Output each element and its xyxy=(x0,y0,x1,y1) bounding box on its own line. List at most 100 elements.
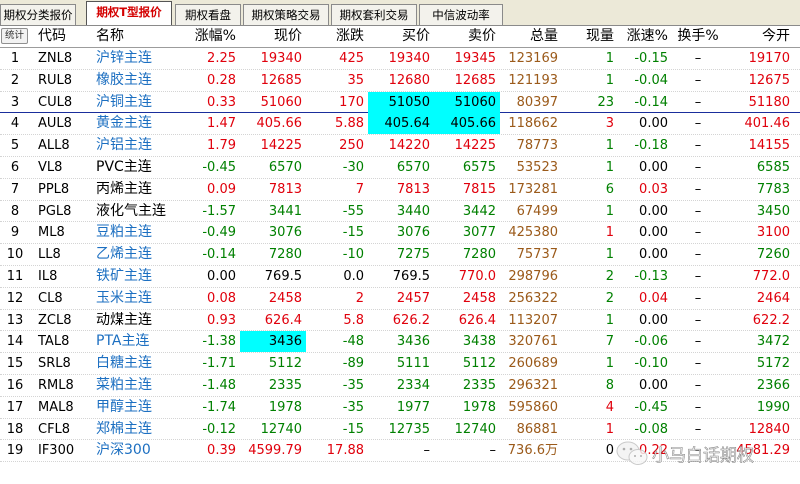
contract-name: 动煤主连 xyxy=(96,311,152,328)
tab-option-category-quote[interactable]: 期权分类报价 xyxy=(0,4,76,25)
quote-table: 统计 代码 名称 涨幅% 现价 涨跌 买价 卖价 总量 现量 涨速% 换手% 今… xyxy=(0,26,800,484)
speed-pct: 0.00 xyxy=(639,247,668,263)
stats-button[interactable]: 统计 xyxy=(1,28,28,44)
volume: 595860 xyxy=(508,399,558,415)
volume: 296321 xyxy=(508,378,558,393)
col-header-speed[interactable]: 涨速% xyxy=(618,26,672,47)
table-row[interactable]: 11 IL8 铁矿主连 0.00 769.5 0.0 769.5 770.0 298796 2 -0… xyxy=(0,266,800,288)
speed-pct: -0.06 xyxy=(634,334,668,350)
table-row[interactable]: 16 RML8 菜粕主连 -1.48 2335 -35 2334 2335 296321 8 0.0… xyxy=(0,375,800,397)
turnover: – xyxy=(694,160,702,175)
table-row[interactable]: 15 SRL8 白糖主连 -1.71 5112 -89 5111 5112 260689 1 -0.… xyxy=(0,353,800,375)
open-price: 4581.29 xyxy=(736,443,790,459)
table-row[interactable]: 17 MAL8 甲醇主连 -1.74 1978 -35 1977 1978 595860 4 -0.… xyxy=(0,397,800,419)
speed-pct: 0.00 xyxy=(639,116,668,132)
ask-price: 3077 xyxy=(462,225,496,241)
last-price: 769.5 xyxy=(264,269,302,284)
last-volume: 6 xyxy=(605,181,614,197)
last-price: 14225 xyxy=(260,138,302,154)
col-header-open[interactable]: 今开 xyxy=(724,26,794,47)
change-pct: 0.08 xyxy=(207,290,236,306)
change-pct: 1.47 xyxy=(207,116,236,132)
change: 17.88 xyxy=(326,443,364,459)
contract-code: VL8 xyxy=(38,160,63,175)
table-row[interactable]: 19 IF300 沪深300 0.39 4599.79 17.88– –736.6万 0 0.2… xyxy=(0,440,800,463)
volume: 123169 xyxy=(508,51,558,66)
volume: 118662 xyxy=(508,116,558,132)
row-seq: 10 xyxy=(6,247,24,263)
change-pct: 0.39 xyxy=(207,443,236,459)
tab-option-strategy-trade[interactable]: 期权策略交易 xyxy=(243,4,329,25)
last-volume: 1 xyxy=(605,421,614,437)
table-row[interactable]: 7 PPL8 丙烯主连 0.09 7813 7 7813 7815 173281 6 0.03 – 77… xyxy=(0,179,800,201)
tab-option-watch[interactable]: 期权看盘 xyxy=(175,4,241,25)
change-pct: -1.74 xyxy=(202,399,236,415)
row-seq: 3 xyxy=(10,94,20,110)
table-row[interactable]: 8 PGL8 液化气主连 -1.57 3441 -55 3440 3442 67499 1 0.00… xyxy=(0,201,800,223)
contract-name: PVC主连 xyxy=(96,159,152,175)
table-row[interactable]: 12 CL8 玉米主连 0.08 2458 2 2457 2458 256322 2 0.04 – 24… xyxy=(0,288,800,310)
volume: 121193 xyxy=(508,72,558,88)
row-seq: 2 xyxy=(10,72,20,88)
table-row[interactable]: 1 ZNL8 沪锌主连 2.25 19340 425 19340 19345 123169 1 -0… xyxy=(0,48,800,70)
last-volume: 23 xyxy=(597,94,614,110)
row-seq: 14 xyxy=(6,334,24,350)
col-header-change-pct[interactable]: 涨幅% xyxy=(182,26,240,47)
table-row[interactable]: 4 AUL8 黄金主连 1.47 405.66 5.88 405.64 405.66 11866… xyxy=(0,113,800,136)
bid-price: 7813 xyxy=(396,181,430,197)
last-volume: 1 xyxy=(605,51,614,66)
change-pct: -0.45 xyxy=(202,160,236,175)
col-header-last-volume[interactable]: 现量 xyxy=(562,26,618,47)
change-pct: -1.71 xyxy=(202,356,236,372)
table-row[interactable]: 2 RUL8 橡胶主连 0.28 12685 35 12680 12685 121193 1 -0.… xyxy=(0,70,800,92)
table-row[interactable]: 3 CUL8 沪铜主连 0.33 51060 170 51050 51060 80397 23 -0… xyxy=(0,91,800,114)
col-header-bid[interactable]: 买价 xyxy=(368,26,434,47)
change: 5.8 xyxy=(343,312,364,328)
col-header-change[interactable]: 涨跌 xyxy=(306,26,368,47)
change: -30 xyxy=(342,160,364,175)
change: 7 xyxy=(355,181,364,197)
col-header-price[interactable]: 现价 xyxy=(240,26,306,47)
open-price: 19170 xyxy=(748,51,790,66)
contract-code: ZCL8 xyxy=(38,312,72,328)
turnover: – xyxy=(694,247,702,263)
turnover: – xyxy=(694,378,702,393)
change: -89 xyxy=(342,356,364,372)
open-price: 3450 xyxy=(756,203,790,219)
ask-price: 2335 xyxy=(462,378,496,393)
col-header-volume[interactable]: 总量 xyxy=(500,26,562,47)
table-row[interactable]: 13 ZCL8 动煤主连 0.93 626.4 5.8 626.2 626.4 113207 1 0… xyxy=(0,310,800,332)
contract-name: 乙烯主连 xyxy=(96,246,152,263)
contract-code: AUL8 xyxy=(38,116,72,132)
change: -15 xyxy=(342,225,364,241)
ask-price: 1978 xyxy=(462,399,496,415)
table-row[interactable]: 18 CFL8 郑棉主连 -0.12 12740 -15 12735 12740 86881 1 -… xyxy=(0,419,800,441)
change-pct: 0.28 xyxy=(207,72,236,88)
col-header-code[interactable]: 代码 xyxy=(32,26,90,47)
tab-option-arbitrage-trade[interactable]: 期权套利交易 xyxy=(331,4,417,25)
col-header-name[interactable]: 名称 xyxy=(90,26,182,47)
table-row[interactable]: 9 ML8 豆粕主连 -0.49 3076 -15 3076 3077 425380 1 0.00 –… xyxy=(0,222,800,245)
change: -35 xyxy=(342,378,364,393)
contract-name: 沪锌主连 xyxy=(96,50,152,66)
open-price: 3100 xyxy=(756,225,790,241)
change: 425 xyxy=(339,51,364,66)
contract-code: LL8 xyxy=(38,247,61,263)
last-volume: 1 xyxy=(605,312,614,328)
bid-price: 2334 xyxy=(396,378,430,393)
contract-code: ALL8 xyxy=(38,138,70,154)
last-volume: 1 xyxy=(605,160,614,175)
table-row[interactable]: 14 TAL8 PTA主连 -1.38 3436 -48 3436 3438 320761 7 -0… xyxy=(0,331,800,354)
col-header-turnover[interactable]: 换手% xyxy=(672,26,724,47)
tab-citic-volatility[interactable]: 中信波动率 xyxy=(419,4,503,25)
table-row[interactable]: 6 VL8 PVC主连 -0.45 6570 -30 6570 6575 53523 1 0.00 –… xyxy=(0,157,800,179)
speed-pct: -0.08 xyxy=(634,421,668,437)
tab-option-t-quote[interactable]: 期权T型报价 xyxy=(86,1,172,26)
last-price: 51060 xyxy=(260,94,302,110)
change: 5.88 xyxy=(335,116,364,132)
table-row[interactable]: 10 LL8 乙烯主连 -0.14 7280 -10 7275 7280 75737 1 0.00 –… xyxy=(0,244,800,266)
turnover: – xyxy=(694,51,702,66)
turnover: – xyxy=(694,421,702,437)
col-header-ask[interactable]: 卖价 xyxy=(434,26,500,47)
table-row[interactable]: 5 ALL8 沪铝主连 1.79 14225 250 14220 14225 78773 1 -0.… xyxy=(0,135,800,157)
